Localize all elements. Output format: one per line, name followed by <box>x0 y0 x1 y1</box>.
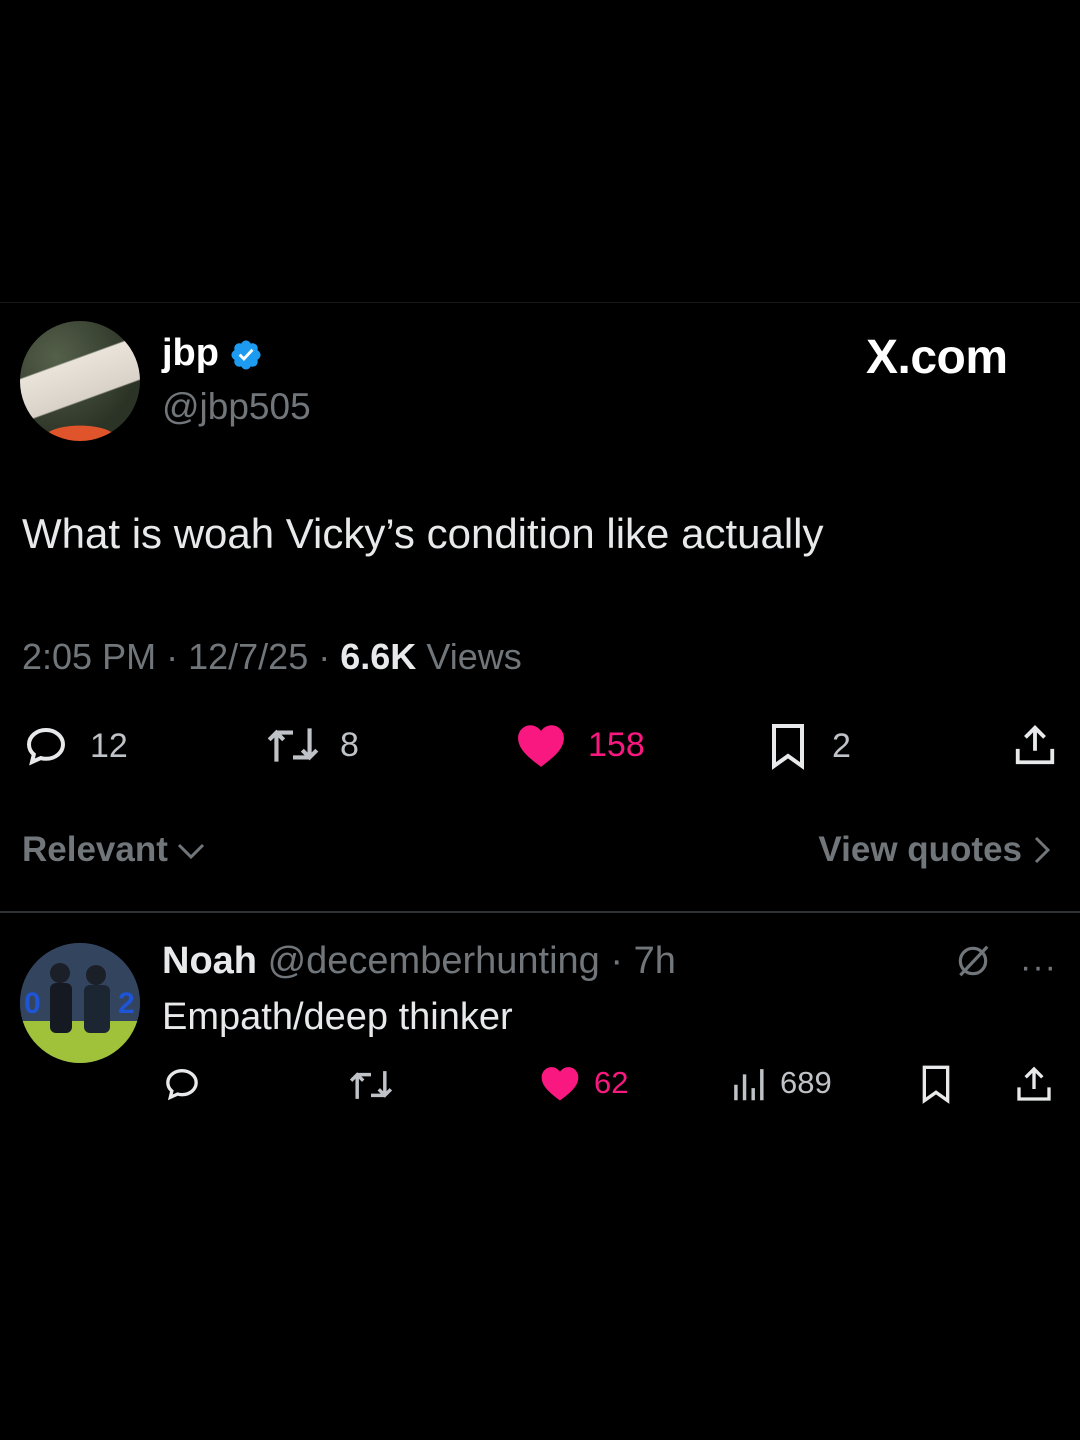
reply-like-count: 62 <box>594 1065 629 1100</box>
heart-icon <box>518 725 564 767</box>
view-quotes-label: View quotes <box>818 830 1022 869</box>
meta-separator: · <box>318 636 331 677</box>
post-text: What is woah Vicky’s condition like actu… <box>22 510 824 557</box>
reply-author-handle[interactable]: @decemberhunting <box>268 940 600 982</box>
repost-button[interactable]: 8 <box>264 722 359 768</box>
author-handle[interactable]: @jbp505 <box>162 386 311 428</box>
reply-bookmark-button[interactable] <box>918 1064 954 1104</box>
share-icon <box>1015 725 1055 765</box>
repost-count: 8 <box>340 725 359 764</box>
post-time[interactable]: 2:05 PM <box>22 636 156 677</box>
reply-icon <box>26 727 66 766</box>
reply-repost-button[interactable] <box>346 1066 396 1104</box>
reply-like-button[interactable]: 62 <box>540 1064 628 1102</box>
sort-label: Relevant <box>22 830 168 869</box>
share-button[interactable] <box>1012 722 1058 768</box>
brand-watermark: X.com <box>866 331 1008 384</box>
svg-text:0: 0 <box>24 987 41 1020</box>
reply-reply-button[interactable] <box>162 1064 202 1104</box>
avatar-photo: 0 2 <box>20 943 140 1063</box>
share-icon <box>1017 1066 1051 1101</box>
reply-views-count: 689 <box>780 1065 832 1100</box>
reply-author-name[interactable]: Noah <box>162 940 257 982</box>
reply-button[interactable]: 12 <box>22 722 128 770</box>
reply-age: · 7h <box>610 940 676 982</box>
verified-badge-icon <box>231 340 261 370</box>
views-label: Views <box>426 636 522 677</box>
more-options-icon[interactable]: ··· <box>1020 948 1057 987</box>
meta-separator: · <box>166 636 179 677</box>
reply-share-button[interactable] <box>1014 1064 1054 1104</box>
repost-icon <box>349 1071 393 1099</box>
reply-icon <box>166 1068 198 1101</box>
post-meta: 2:05 PM · 12/7/25 · 6.6K Views <box>22 636 522 678</box>
author-name[interactable]: jbp <box>162 332 219 375</box>
svg-text:2: 2 <box>118 987 135 1020</box>
chevron-down-icon <box>177 843 204 860</box>
like-button[interactable]: 158 <box>516 722 645 768</box>
reply-header: Noah @decemberhunting · 7h <box>162 940 676 983</box>
top-divider <box>0 302 1080 303</box>
analytics-icon <box>734 1069 764 1101</box>
grok-icon[interactable] <box>954 942 992 980</box>
author-avatar[interactable] <box>20 321 140 441</box>
bookmark-icon <box>772 724 804 770</box>
reply-text: Empath/deep thinker <box>162 996 513 1038</box>
reply-author-avatar[interactable]: 0 2 <box>20 943 140 1063</box>
view-quotes-link[interactable]: View quotes <box>818 830 1052 870</box>
heart-icon <box>541 1067 579 1101</box>
chevron-right-icon <box>1034 836 1051 864</box>
reply-views-button[interactable]: 689 <box>730 1064 832 1102</box>
like-count: 158 <box>588 725 645 764</box>
sort-dropdown[interactable]: Relevant <box>22 830 206 870</box>
section-divider <box>0 911 1080 913</box>
bookmark-count: 2 <box>832 726 851 765</box>
post-date[interactable]: 12/7/25 <box>188 636 308 677</box>
repost-icon <box>267 728 319 762</box>
bookmark-button[interactable]: 2 <box>766 722 851 770</box>
views-count: 6.6K <box>340 636 417 677</box>
reply-count: 12 <box>90 726 128 765</box>
bookmark-icon <box>922 1065 950 1104</box>
